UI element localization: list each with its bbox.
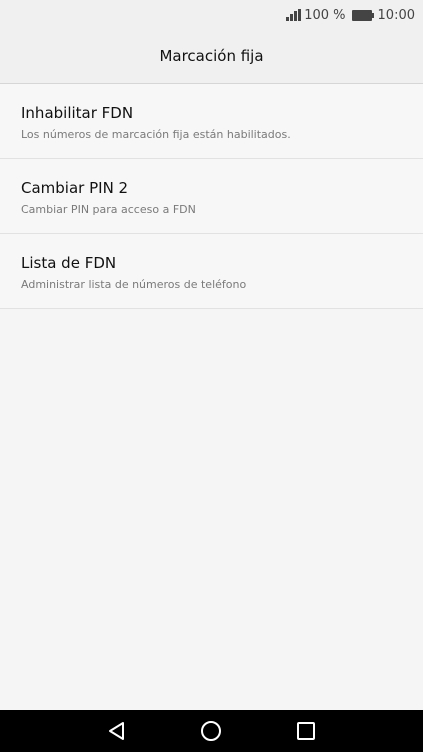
battery-percentage: 100 % xyxy=(304,7,346,23)
home-icon[interactable] xyxy=(198,718,224,744)
settings-item-title: Inhabilitar FDN xyxy=(21,104,134,122)
settings-item-fdn-list[interactable]: Lista de FDN Administrar lista de número… xyxy=(0,234,423,309)
clock: 10:00 xyxy=(377,7,415,23)
settings-item-change-pin2[interactable]: Cambiar PIN 2 Cambiar PIN para acceso a … xyxy=(0,159,423,234)
back-icon[interactable] xyxy=(104,718,130,744)
status-indicators: 100 % 10:00 xyxy=(286,7,415,23)
page-title: Marcación fija xyxy=(159,47,264,65)
battery-icon xyxy=(351,9,374,21)
app-bar: Marcación fija xyxy=(0,30,423,84)
settings-item-disable-fdn[interactable]: Inhabilitar FDN Los números de marcación… xyxy=(0,84,423,159)
settings-item-subtitle: Administrar lista de números de teléfono xyxy=(21,278,247,291)
recent-apps-icon[interactable] xyxy=(293,718,319,744)
navigation-bar xyxy=(0,710,423,752)
status-bar: 100 % 10:00 xyxy=(0,0,423,30)
settings-item-title: Cambiar PIN 2 xyxy=(21,179,129,197)
settings-item-subtitle: Cambiar PIN para acceso a FDN xyxy=(21,203,196,216)
settings-item-subtitle: Los números de marcación fija están habi… xyxy=(21,128,291,141)
settings-list: Inhabilitar FDN Los números de marcación… xyxy=(0,84,423,309)
settings-item-title: Lista de FDN xyxy=(21,254,117,272)
signal-icon xyxy=(286,9,302,21)
